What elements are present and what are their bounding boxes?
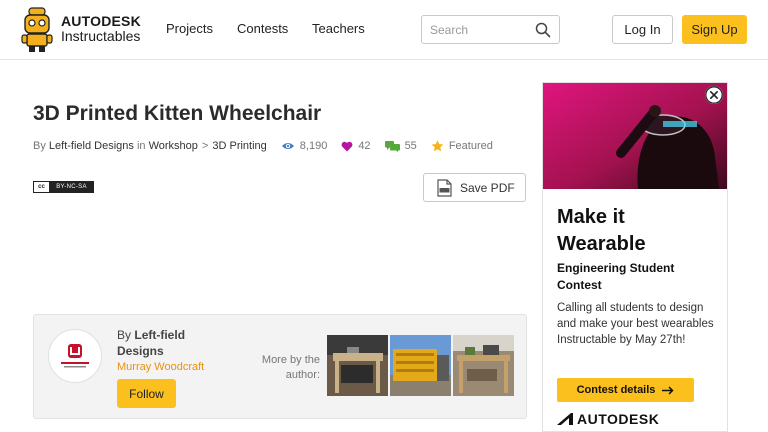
- article-meta: By Left-field Designs in Workshop > 3D P…: [33, 139, 493, 153]
- author-project-thumbnail-3[interactable]: [453, 335, 514, 396]
- author-card: By Left-field Designs Murray Woodcraft F…: [33, 314, 527, 419]
- contest-ad[interactable]: Make it Wearable Engineering Student Con…: [542, 82, 728, 432]
- license-terms: BY-NC-SA: [50, 182, 93, 192]
- follow-button[interactable]: Follow: [117, 379, 176, 408]
- nav-teachers[interactable]: Teachers: [312, 21, 365, 36]
- author-by-label: By: [117, 328, 132, 342]
- views-stat: 8,190: [281, 140, 328, 152]
- nav-projects[interactable]: Projects: [166, 21, 213, 36]
- ad-headline: Make it Wearable: [557, 206, 646, 255]
- save-pdf-button[interactable]: Save PDF: [423, 173, 526, 202]
- signup-button[interactable]: Sign Up: [682, 15, 747, 44]
- brand-wordmark[interactable]: AUTODESK Instructables: [61, 14, 141, 44]
- by-label: By: [33, 140, 46, 152]
- author-project-thumbnail-2[interactable]: [390, 335, 451, 396]
- author-project-thumbnail-1[interactable]: [327, 335, 388, 396]
- nav-contests[interactable]: Contests: [237, 21, 288, 36]
- search-box: [421, 15, 560, 44]
- save-pdf-label: Save PDF: [460, 180, 515, 195]
- author-byline: By Left-field Designs: [117, 327, 227, 359]
- contest-details-button[interactable]: Contest details: [557, 378, 694, 402]
- page-title: 3D Printed Kitten Wheelchair: [33, 102, 322, 125]
- pdf-file-icon: [437, 178, 452, 197]
- ad-subhead: Engineering Student Contest: [557, 261, 675, 292]
- in-label: in: [136, 140, 146, 152]
- login-button[interactable]: Log In: [612, 15, 673, 44]
- cc-logo: cc: [34, 182, 50, 192]
- contest-details-label: Contest details: [576, 384, 656, 396]
- robot-logo-icon[interactable]: [20, 7, 54, 53]
- author-logo-icon: [61, 344, 89, 368]
- author-link[interactable]: Left-field Designs: [49, 140, 134, 152]
- ad-image[interactable]: [543, 83, 727, 189]
- featured-badge: Featured: [431, 140, 493, 152]
- comments-icon: [384, 140, 400, 152]
- ad-body: Calling all students to design and make …: [557, 302, 714, 346]
- ad-autodesk-logo: AUTODESK: [557, 411, 659, 427]
- author-avatar[interactable]: [48, 329, 102, 383]
- subcategory-link[interactable]: 3D Printing: [212, 140, 266, 152]
- author-subname[interactable]: Murray Woodcraft: [117, 361, 204, 373]
- heart-icon: [341, 141, 353, 151]
- arrow-right-icon: [662, 385, 674, 395]
- comments-stat: 55: [384, 140, 417, 152]
- favorites-stat: 42: [341, 140, 371, 152]
- brand-autodesk: AUTODESK: [61, 13, 141, 29]
- autodesk-mark-icon: [557, 413, 573, 425]
- ad-close-icon[interactable]: [705, 86, 723, 104]
- more-by-author-label: More by the author:: [261, 354, 320, 381]
- search-input[interactable]: [422, 16, 530, 43]
- brand-instructables: Instructables: [61, 28, 141, 44]
- star-icon: [431, 140, 444, 152]
- breadcrumb-separator: >: [201, 140, 209, 152]
- favorites-count: 42: [358, 140, 371, 152]
- comments-count: 55: [404, 140, 417, 152]
- search-icon[interactable]: [535, 22, 551, 38]
- category-link[interactable]: Workshop: [149, 140, 198, 152]
- ad-brand-text: AUTODESK: [577, 411, 660, 427]
- eye-icon: [281, 143, 294, 149]
- license-badge[interactable]: cc BY-NC-SA: [33, 181, 94, 193]
- views-count: 8,190: [299, 140, 328, 152]
- site-header: AUTODESK Instructables Projects Contests…: [0, 0, 768, 60]
- featured-label: Featured: [448, 140, 493, 152]
